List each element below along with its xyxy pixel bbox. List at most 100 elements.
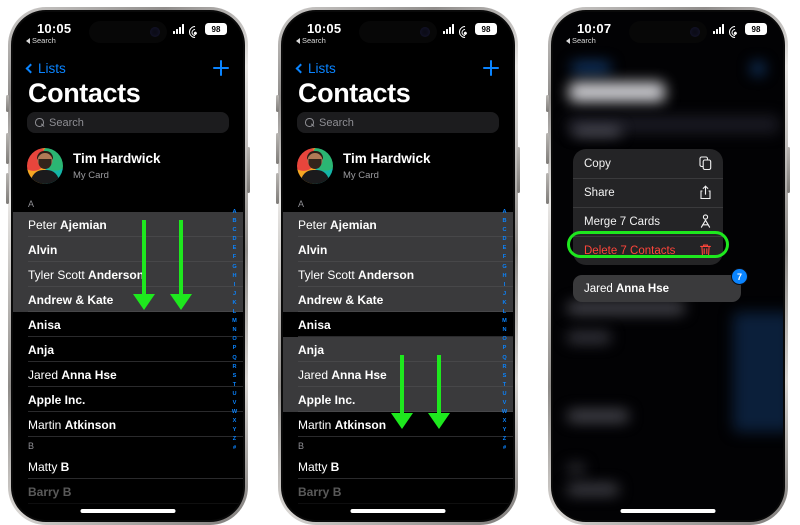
index-letter[interactable]: K — [232, 299, 236, 308]
index-letter[interactable]: B — [232, 217, 236, 226]
index-letter[interactable]: F — [503, 253, 506, 262]
status-back-to-search[interactable]: Search — [26, 36, 56, 45]
index-letter[interactable]: N — [502, 326, 506, 335]
contact-row[interactable]: Jared Anna Hse — [13, 362, 243, 387]
index-letter[interactable]: F — [233, 253, 236, 262]
index-letter[interactable]: G — [232, 263, 236, 272]
index-letter[interactable]: M — [232, 317, 237, 326]
index-letter[interactable]: E — [233, 244, 237, 253]
contact-row[interactable]: Peter Ajemian — [13, 212, 243, 237]
contact-row[interactable]: Anja — [283, 337, 513, 362]
index-letter[interactable]: Q — [502, 354, 506, 363]
index-letter[interactable]: C — [502, 226, 506, 235]
contact-row[interactable]: Apple Inc. — [13, 387, 243, 412]
index-letter[interactable]: P — [503, 344, 507, 353]
contact-row[interactable]: Matty B — [13, 454, 243, 479]
index-letter[interactable]: S — [503, 372, 507, 381]
add-contact-button[interactable] — [213, 60, 229, 76]
index-letter[interactable]: Z — [503, 435, 506, 444]
volume-up-button[interactable] — [276, 133, 279, 164]
index-letter[interactable]: S — [233, 372, 237, 381]
contact-list[interactable]: A Peter Ajemian Alvin Tyler Scott Anderson A… — [13, 195, 243, 520]
contact-row[interactable]: Jared Anna Hse — [283, 362, 513, 387]
index-letter[interactable]: V — [503, 399, 507, 408]
volume-down-button[interactable] — [276, 173, 279, 204]
back-to-lists-button[interactable]: Lists — [295, 61, 336, 76]
index-letter[interactable]: H — [502, 272, 506, 281]
alphabet-index[interactable]: A B C D E F G H I J K L M N O P Q R S T U V W X Y Z # — [229, 208, 240, 454]
index-letter[interactable]: T — [503, 381, 506, 390]
index-letter[interactable]: G — [502, 263, 506, 272]
index-letter[interactable]: # — [233, 444, 236, 453]
index-letter[interactable]: I — [504, 281, 506, 290]
home-indicator[interactable] — [620, 509, 716, 513]
contact-row[interactable]: Anisa — [283, 312, 513, 337]
index-letter[interactable]: O — [232, 335, 236, 344]
index-letter[interactable]: # — [503, 444, 506, 453]
index-letter[interactable]: V — [233, 399, 237, 408]
mute-switch[interactable] — [546, 95, 549, 112]
contact-row[interactable]: Tyler Scott Anderson — [283, 262, 513, 287]
alphabet-index[interactable]: A B C D E F G H I J K L M N O P Q R S T U V W X Y Z # — [499, 208, 510, 454]
index-letter[interactable]: L — [503, 308, 506, 317]
index-letter[interactable]: Z — [233, 435, 236, 444]
search-input[interactable]: Search — [297, 112, 499, 133]
back-to-lists-button[interactable]: Lists — [25, 61, 66, 76]
contact-row[interactable]: Anisa — [13, 312, 243, 337]
index-letter[interactable]: B — [502, 217, 506, 226]
index-letter[interactable]: R — [502, 363, 506, 372]
index-letter[interactable]: W — [232, 408, 237, 417]
contact-row[interactable]: Andrew & Kate — [283, 287, 513, 312]
index-letter[interactable]: C — [232, 226, 236, 235]
index-letter[interactable]: K — [502, 299, 506, 308]
index-letter[interactable]: X — [503, 417, 507, 426]
index-letter[interactable]: E — [503, 244, 507, 253]
index-letter[interactable]: O — [502, 335, 506, 344]
home-indicator[interactable] — [350, 509, 446, 513]
index-letter[interactable]: J — [503, 290, 506, 299]
contact-list[interactable]: A Peter Ajemian Alvin Tyler Scott Anderson A… — [283, 195, 513, 520]
contact-row[interactable]: Barry B — [283, 479, 513, 504]
volume-down-button[interactable] — [546, 173, 549, 204]
home-indicator[interactable] — [80, 509, 176, 513]
my-card-row[interactable]: Tim Hardwick My Card — [13, 142, 243, 190]
contact-row[interactable]: Anja — [13, 337, 243, 362]
power-button[interactable] — [787, 147, 790, 193]
index-letter[interactable]: X — [233, 417, 237, 426]
contact-row[interactable]: Tyler Scott Anderson — [13, 262, 243, 287]
contact-row[interactable]: Alvin — [13, 237, 243, 262]
mute-switch[interactable] — [276, 95, 279, 112]
index-letter[interactable]: R — [232, 363, 236, 372]
add-contact-button[interactable] — [483, 60, 499, 76]
index-letter[interactable]: H — [232, 272, 236, 281]
index-letter[interactable]: W — [502, 408, 507, 417]
index-letter[interactable]: U — [232, 390, 236, 399]
index-letter[interactable]: A — [232, 208, 236, 217]
index-letter[interactable]: Y — [233, 426, 237, 435]
index-letter[interactable]: U — [502, 390, 506, 399]
index-letter[interactable]: D — [232, 235, 236, 244]
mute-switch[interactable] — [6, 95, 9, 112]
status-back-to-search[interactable]: Search — [566, 36, 596, 45]
power-button[interactable] — [517, 147, 520, 193]
contact-row[interactable]: Peter Ajemian — [283, 212, 513, 237]
contact-row[interactable]: Martin Atkinson — [13, 412, 243, 437]
selected-contact-card[interactable]: Jared Anna Hse 7 — [573, 268, 748, 302]
index-letter[interactable]: J — [233, 290, 236, 299]
menu-item-copy[interactable]: Copy — [573, 149, 723, 178]
index-letter[interactable]: Y — [503, 426, 507, 435]
power-button[interactable] — [247, 147, 250, 193]
index-letter[interactable]: A — [502, 208, 506, 217]
index-letter[interactable]: M — [502, 317, 507, 326]
volume-up-button[interactable] — [6, 133, 9, 164]
index-letter[interactable]: Q — [232, 354, 236, 363]
index-letter[interactable]: P — [233, 344, 237, 353]
index-letter[interactable]: L — [233, 308, 236, 317]
index-letter[interactable]: I — [234, 281, 236, 290]
menu-item-share[interactable]: Share — [573, 178, 723, 207]
volume-down-button[interactable] — [6, 173, 9, 204]
volume-up-button[interactable] — [546, 133, 549, 164]
index-letter[interactable]: N — [232, 326, 236, 335]
contact-row[interactable]: Barry B — [13, 479, 243, 504]
search-input[interactable]: Search — [27, 112, 229, 133]
